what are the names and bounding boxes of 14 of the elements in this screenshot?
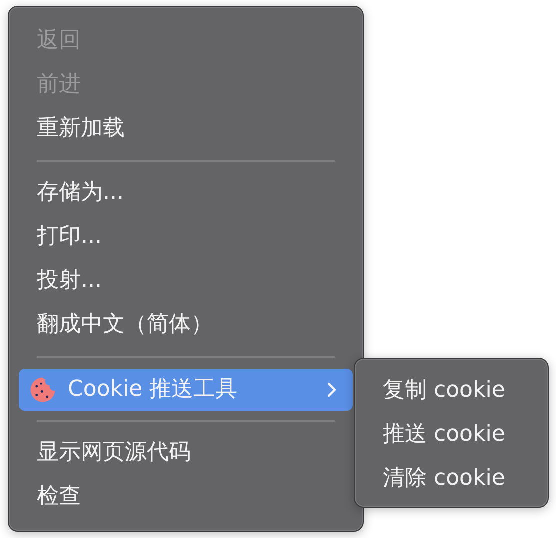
menu-item[interactable]: 清除 cookie <box>355 457 548 501</box>
menu-item[interactable]: 打印... <box>19 215 353 259</box>
menu-item[interactable]: 翻成中文（简体） <box>19 303 353 347</box>
menu-item[interactable]: Cookie 推送工具 <box>19 369 353 411</box>
menu-item-label: Cookie 推送工具 <box>68 376 239 404</box>
chevron-icon <box>327 382 337 398</box>
menu-item[interactable]: 存储为... <box>19 171 353 215</box>
menu-item[interactable]: 重新加载 <box>19 107 353 151</box>
menu-item[interactable]: 复制 cookie <box>355 369 548 413</box>
cookie-icon <box>29 376 57 404</box>
menu-item[interactable]: 显示网页源代码 <box>19 431 353 475</box>
menu-item[interactable]: 推送 cookie <box>355 413 548 457</box>
menu-item[interactable]: 检查 <box>19 475 353 519</box>
menu-item[interactable]: 投射... <box>19 259 353 303</box>
